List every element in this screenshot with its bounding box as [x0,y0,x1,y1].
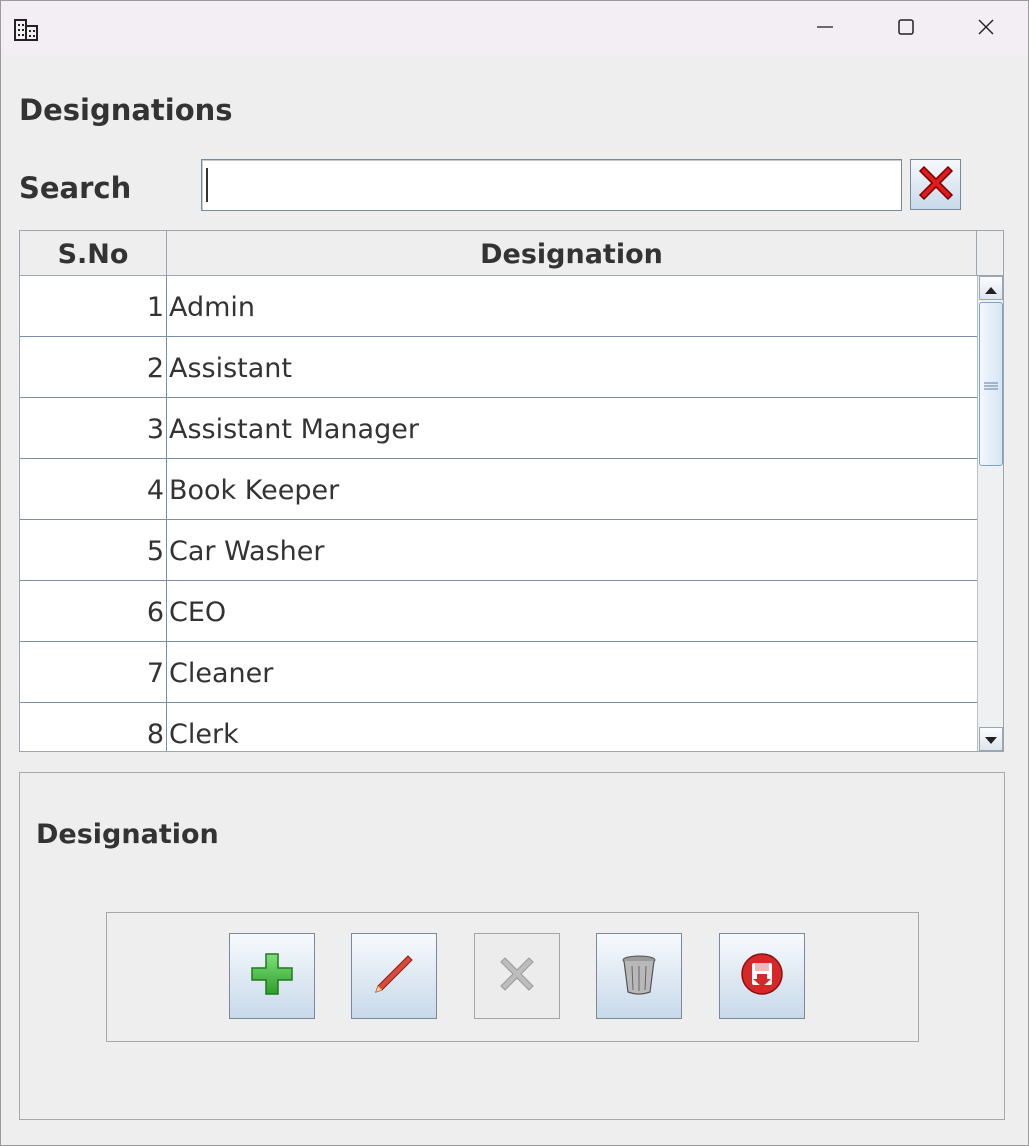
save-button[interactable] [719,933,805,1019]
designations-table: S.No Designation 1 Admin 2 Assistant 3 A… [19,230,1004,752]
minimize-button[interactable] [795,9,855,49]
save-disk-icon [740,952,784,1000]
table-row[interactable]: 3 Assistant Manager [20,398,977,459]
cell-sno: 2 [20,337,167,397]
scroll-down-button[interactable] [979,727,1003,751]
building-icon [14,18,40,42]
scrollbar-thumb[interactable] [979,302,1003,466]
cell-sno: 7 [20,642,167,702]
cell-sno: 6 [20,581,167,641]
delete-button[interactable] [596,933,682,1019]
cell-sno: 5 [20,520,167,580]
maximize-icon [897,18,915,40]
table-row[interactable]: 5 Car Washer [20,520,977,581]
column-header-designation[interactable]: Designation [167,231,977,275]
table-row[interactable]: 1 Admin [20,276,977,337]
table-header: S.No Designation [20,231,1003,276]
designations-window: Designations Search S.No Designation 1 A… [0,0,1029,1146]
table-body: 1 Admin 2 Assistant 3 Assistant Manager … [20,276,977,751]
vertical-scrollbar[interactable] [977,276,1003,751]
cell-designation: CEO [169,597,227,628]
clear-search-button[interactable] [910,159,961,210]
column-header-sno[interactable]: S.No [20,231,167,275]
search-input[interactable] [201,159,902,211]
arrow-up-icon [985,279,997,298]
table-row[interactable]: 4 Book Keeper [20,459,977,520]
cell-designation: Cleaner [169,658,274,689]
cell-designation: Book Keeper [169,475,340,506]
grip-icon [984,375,998,394]
cell-designation: Assistant [169,353,293,384]
red-x-icon [916,163,956,207]
table-row[interactable]: 8 Clerk [20,703,977,751]
close-button[interactable] [956,9,1016,49]
cell-sno: 8 [20,703,167,751]
scroll-up-button[interactable] [979,276,1003,300]
cell-sno: 1 [20,276,167,336]
pencil-icon [372,952,416,1000]
table-row[interactable]: 6 CEO [20,581,977,642]
table-row[interactable]: 2 Assistant [20,337,977,398]
cell-designation: Car Washer [169,536,325,567]
cell-designation: Admin [169,292,256,323]
cell-sno: 4 [20,459,167,519]
edit-button[interactable] [351,933,437,1019]
close-icon [977,18,995,40]
cell-sno: 3 [20,398,167,458]
trash-icon [619,952,659,1000]
search-label: Search [19,171,132,205]
maximize-button[interactable] [876,9,936,49]
arrow-down-icon [985,730,997,749]
header-corner [977,231,1003,275]
text-caret [206,168,208,202]
cancel-button[interactable] [474,933,560,1019]
minimize-icon [816,18,834,40]
cell-designation: Clerk [169,719,239,750]
table-row[interactable]: 7 Cleaner [20,642,977,703]
plus-icon [250,952,294,1000]
designation-section-label: Designation [36,819,219,850]
title-bar [1,1,1028,55]
cancel-x-icon [497,954,537,998]
add-button[interactable] [229,933,315,1019]
page-title: Designations [19,93,233,127]
cell-designation: Assistant Manager [169,414,419,445]
